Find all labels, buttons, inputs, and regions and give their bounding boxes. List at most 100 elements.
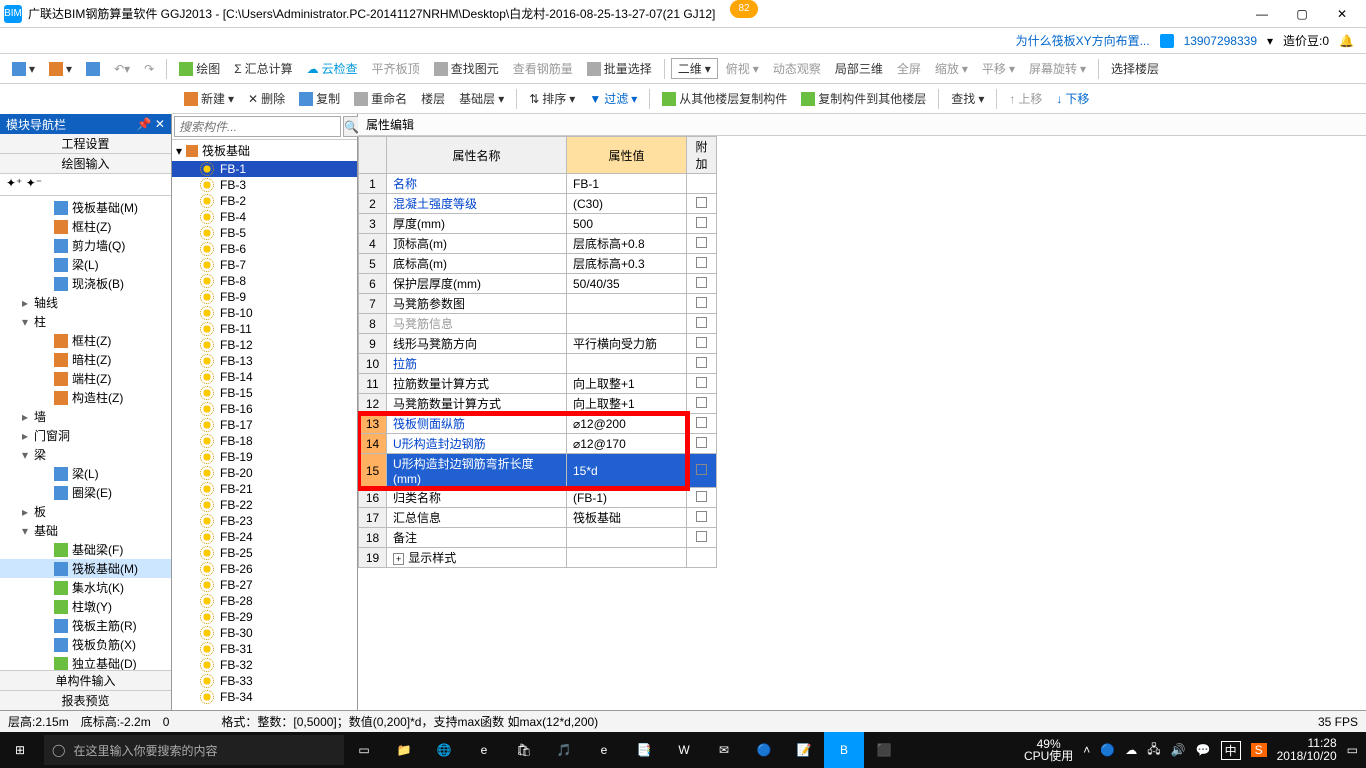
app-4[interactable]: 🛍 <box>504 732 544 768</box>
view-img-button[interactable]: 查找图元 <box>428 58 505 79</box>
checkbox[interactable] <box>696 237 707 248</box>
component-item[interactable]: FB-28 <box>172 593 357 609</box>
taskview-icon[interactable]: ▭ <box>344 732 384 768</box>
component-item[interactable]: FB-11 <box>172 321 357 337</box>
tree-item[interactable]: 框柱(Z) <box>0 331 171 350</box>
component-item[interactable]: FB-5 <box>172 225 357 241</box>
checkbox[interactable] <box>696 397 707 408</box>
cpu-meter[interactable]: 49%CPU使用 <box>1024 738 1073 762</box>
collapse-icon[interactable]: ✦⁻ <box>26 176 42 190</box>
tree-item[interactable]: 筏板主筋(R) <box>0 616 171 635</box>
app-1[interactable]: 📁 <box>384 732 424 768</box>
checkbox[interactable] <box>696 491 707 502</box>
component-item[interactable]: FB-1 <box>172 161 357 177</box>
component-item[interactable]: FB-20 <box>172 465 357 481</box>
new-file-button[interactable]: ▾ <box>6 60 41 78</box>
app-12[interactable]: B <box>824 732 864 768</box>
tree-item[interactable]: 剪力墙(Q) <box>0 236 171 255</box>
component-item[interactable]: FB-25 <box>172 545 357 561</box>
taskbar-search[interactable]: ◯ 在这里输入你要搜索的内容 <box>44 735 344 765</box>
checkbox[interactable] <box>696 357 707 368</box>
pin-icon[interactable]: 📌 ✕ <box>137 117 165 131</box>
checkbox[interactable] <box>696 377 707 388</box>
component-item[interactable]: FB-30 <box>172 625 357 641</box>
component-item[interactable]: FB-34 <box>172 689 357 705</box>
tray-bt-icon[interactable]: 🔵 <box>1100 743 1115 757</box>
property-row[interactable]: 17汇总信息筏板基础 <box>359 508 717 528</box>
property-row[interactable]: 19+显示样式 <box>359 548 717 568</box>
flat-button[interactable]: 平齐板顶 <box>366 58 426 79</box>
tree-item[interactable]: 柱墩(Y) <box>0 597 171 616</box>
checkbox[interactable] <box>696 197 707 208</box>
component-item[interactable]: FB-12 <box>172 337 357 353</box>
property-row[interactable]: 18备注 <box>359 528 717 548</box>
property-row[interactable]: 12马凳筋数量计算方式向上取整+1 <box>359 394 717 414</box>
tree-item[interactable]: 筏板基础(M) <box>0 559 171 578</box>
component-item[interactable]: FB-9 <box>172 289 357 305</box>
tb-sort-button[interactable]: ⇅ 排序 ▾ <box>523 88 581 109</box>
component-item[interactable]: FB-18 <box>172 433 357 449</box>
checkbox[interactable] <box>696 217 707 228</box>
property-row[interactable]: 1名称FB-1 <box>359 174 717 194</box>
component-item[interactable]: FB-29 <box>172 609 357 625</box>
tray-up-icon[interactable]: ˄ <box>1083 743 1090 757</box>
tree-item[interactable]: ▸板 <box>0 502 171 521</box>
notification-badge[interactable]: 82 <box>730 0 758 18</box>
tree-item[interactable]: 暗柱(Z) <box>0 350 171 369</box>
property-row[interactable]: 14U形构造封边钢筋⌀12@170 <box>359 434 717 454</box>
component-item[interactable]: FB-10 <box>172 305 357 321</box>
notifications-icon[interactable]: ▭ <box>1347 743 1358 757</box>
start-button[interactable]: ⊞ <box>0 732 40 768</box>
component-item[interactable]: FB-32 <box>172 657 357 673</box>
tree-item[interactable]: ▸轴线 <box>0 293 171 312</box>
local3d-button[interactable]: 局部三维 <box>829 58 889 79</box>
sum-button[interactable]: Σ 汇总计算 <box>228 58 298 79</box>
search-input[interactable] <box>174 116 341 137</box>
property-row[interactable]: 7马凳筋参数图 <box>359 294 717 314</box>
component-item[interactable]: FB-15 <box>172 385 357 401</box>
tray-msg-icon[interactable]: 💬 <box>1196 743 1211 757</box>
component-item[interactable]: FB-19 <box>172 449 357 465</box>
account-number[interactable]: 13907298339 <box>1184 34 1257 48</box>
tree-item[interactable]: 构造柱(Z) <box>0 388 171 407</box>
look-button[interactable]: 俯视▾ <box>720 58 765 79</box>
property-row[interactable]: 9线形马凳筋方向平行横向受力筋 <box>359 334 717 354</box>
tree-item[interactable]: 圈梁(E) <box>0 483 171 502</box>
app-7[interactable]: 📑 <box>624 732 664 768</box>
checkbox[interactable] <box>696 511 707 522</box>
cloud-check-button[interactable]: ☁云检查 <box>301 58 364 79</box>
maximize-button[interactable]: ▢ <box>1282 2 1322 26</box>
app-13[interactable]: ⬛ <box>864 732 904 768</box>
component-item[interactable]: FB-16 <box>172 401 357 417</box>
tb-rename-button[interactable]: 重命名 <box>348 88 413 109</box>
app-10[interactable]: 🔵 <box>744 732 784 768</box>
tb-filter-button[interactable]: ▼ 过滤 ▾ <box>583 88 643 109</box>
checkbox[interactable] <box>696 277 707 288</box>
component-item[interactable]: FB-33 <box>172 673 357 689</box>
nav-section-single[interactable]: 单构件输入 <box>0 670 171 690</box>
clock[interactable]: 11:282018/10/20 <box>1277 737 1337 763</box>
checkbox[interactable] <box>696 317 707 328</box>
tree-item[interactable]: 端柱(Z) <box>0 369 171 388</box>
property-row[interactable]: 11拉筋数量计算方式向上取整+1 <box>359 374 717 394</box>
nav-section-report[interactable]: 报表预览 <box>0 690 171 710</box>
tree-item[interactable]: 基础梁(F) <box>0 540 171 559</box>
checkbox[interactable] <box>696 464 707 475</box>
tree-item[interactable]: 集水坑(K) <box>0 578 171 597</box>
app-8[interactable]: W <box>664 732 704 768</box>
checkbox[interactable] <box>696 337 707 348</box>
tree-item[interactable]: 筏板基础(M) <box>0 198 171 217</box>
2d-dropdown[interactable]: 二维 ▾ <box>671 58 718 79</box>
component-item[interactable]: FB-7 <box>172 257 357 273</box>
zoom-button[interactable]: 缩放▾ <box>929 58 974 79</box>
batch-select-button[interactable]: 批量选择 <box>581 58 658 79</box>
tree-item[interactable]: ▾梁 <box>0 445 171 464</box>
checkbox[interactable] <box>696 417 707 428</box>
help-link[interactable]: 为什么筏板XY方向布置... <box>1016 32 1150 49</box>
property-row[interactable]: 5底标高(m)层底标高+0.3 <box>359 254 717 274</box>
property-row[interactable]: 16归类名称(FB-1) <box>359 488 717 508</box>
pan-button[interactable]: 平移▾ <box>976 58 1021 79</box>
component-item[interactable]: FB-17 <box>172 417 357 433</box>
app-11[interactable]: 📝 <box>784 732 824 768</box>
screen-rotate-button[interactable]: 屏幕旋转▾ <box>1023 58 1092 79</box>
